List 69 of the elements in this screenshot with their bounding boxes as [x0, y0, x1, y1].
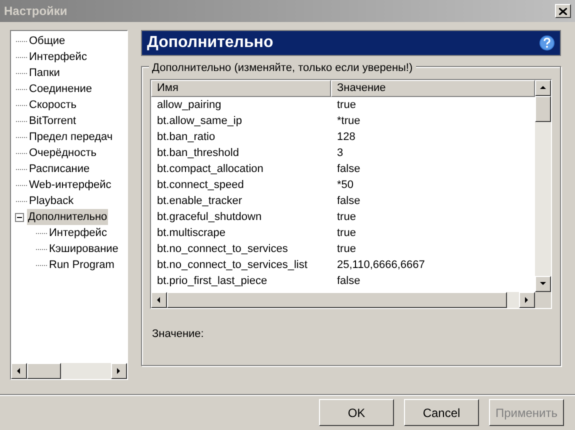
tree-item[interactable]: Интерфейс	[48, 224, 108, 242]
scroll-right-button[interactable]	[519, 292, 535, 308]
table-cell-text: bt.prio_first_last_piece	[156, 274, 268, 289]
tree-item[interactable]: Соединение	[28, 80, 94, 98]
table-cell-text: *50	[336, 178, 355, 193]
table-cell-text: 128	[336, 130, 356, 145]
table-cell-text: false	[336, 274, 362, 289]
table-cell-text: false	[336, 194, 362, 209]
table-cell-text: true	[336, 98, 357, 113]
group-title: Дополнительно (изменяйте, только если уверены!)	[149, 60, 416, 76]
table-cell-text: bt.ban_ratio	[156, 130, 216, 145]
tree-item[interactable]: Дополнительно	[27, 208, 108, 226]
table-cell-text: false	[336, 162, 362, 177]
tree-item[interactable]: Расписание	[28, 160, 91, 178]
column-header[interactable]: Имя	[151, 80, 331, 97]
tree-item[interactable]: Предел передач	[28, 128, 114, 146]
table-cell-text: true	[336, 226, 357, 241]
scroll-left-button[interactable]	[151, 292, 167, 308]
table-cell-text: true	[336, 210, 357, 225]
panel-title: Дополнительно	[147, 33, 274, 53]
table-cell-text: bt.enable_tracker	[156, 194, 243, 209]
scroll-up-button[interactable]	[535, 80, 551, 96]
table-cell-text: bt.no_connect_to_services	[156, 242, 289, 257]
minus-icon	[17, 214, 22, 220]
tree-item[interactable]: Кэширование	[48, 240, 120, 258]
table-cell-text: *true	[336, 114, 362, 129]
dialog-button[interactable]: Cancel	[404, 399, 479, 426]
scroll-down-button[interactable]	[535, 276, 551, 292]
tree-item[interactable]: Run Program	[48, 256, 116, 274]
scroll-thumb[interactable]	[535, 96, 551, 122]
triangle-right-icon	[115, 367, 123, 375]
table-cell-text: bt.ban_threshold	[156, 146, 240, 161]
tree-item[interactable]: Очерёдность	[28, 144, 98, 162]
dialog-button[interactable]: OK	[319, 399, 394, 426]
tree-item[interactable]: Скорость	[28, 96, 78, 114]
table-cell-text: bt.compact_allocation	[156, 162, 264, 177]
tree-item[interactable]: Web-интерфейс	[28, 176, 112, 194]
table-cell-text: bt.no_connect_to_services_list	[156, 258, 308, 273]
tree-item[interactable]: Интерфейс	[28, 48, 88, 66]
close-button[interactable]	[555, 4, 571, 18]
tree-item[interactable]: Общие	[28, 32, 66, 50]
close-icon	[559, 8, 567, 14]
collapse-toggle[interactable]	[15, 212, 24, 222]
scroll-left-button[interactable]	[11, 363, 27, 379]
table-cell-text: bt.connect_speed	[156, 178, 245, 193]
table-cell-text: 3	[336, 146, 344, 161]
value-label: Значение:	[152, 327, 205, 342]
table-cell-text: allow_pairing	[156, 98, 222, 113]
scrollbar-corner	[535, 292, 551, 308]
scroll-right-button[interactable]	[111, 363, 127, 379]
triangle-up-icon	[539, 84, 547, 92]
table-cell-text: bt.allow_same_ip	[156, 114, 243, 129]
table-cell-text: bt.graceful_shutdown	[156, 210, 263, 225]
scroll-thumb[interactable]	[27, 363, 61, 379]
tree-item[interactable]: Playback	[28, 192, 75, 210]
triangle-down-icon	[539, 280, 547, 288]
help-icon	[539, 35, 555, 51]
column-header[interactable]: Значение	[331, 80, 535, 97]
tree-item[interactable]: Папки	[28, 64, 61, 82]
horizontal-scrollbar[interactable]	[11, 363, 127, 379]
table-cell-text: 25,110,6666,6667	[336, 258, 426, 273]
tree-item[interactable]: BitTorrent	[28, 112, 78, 130]
table-cell-text: true	[336, 242, 357, 257]
triangle-right-icon	[523, 296, 531, 304]
window-title: Настройки	[4, 3, 68, 20]
vertical-scrollbar[interactable]	[535, 80, 551, 292]
table-cell-text: bt.multiscrape	[156, 226, 226, 241]
triangle-left-icon	[15, 367, 23, 375]
triangle-left-icon	[155, 296, 163, 304]
